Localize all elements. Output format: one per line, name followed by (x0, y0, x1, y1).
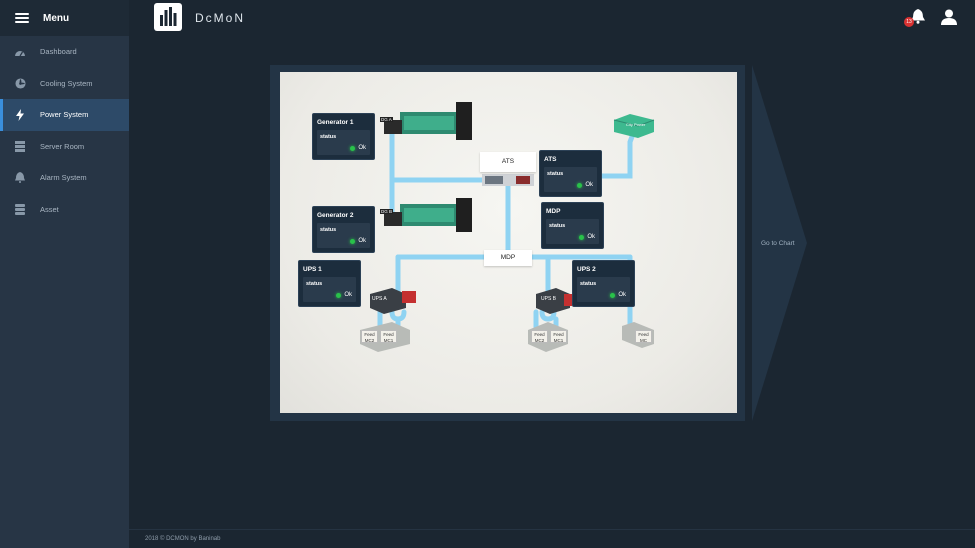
server-icon (14, 140, 26, 152)
menu-header[interactable]: Menu (0, 0, 129, 36)
sidebar-item-label: Cooling System (40, 78, 93, 88)
ups-1-card[interactable]: UPS 1 status Ok (298, 260, 361, 307)
status-value: Ok (618, 292, 626, 298)
feed-b-mc2: Feed MC2 (531, 330, 548, 343)
card-title: UPS 1 (303, 266, 322, 273)
status-value: Ok (344, 292, 352, 298)
sidebar-item-label: Asset (40, 204, 59, 214)
sidebar-item-dashboard[interactable]: Dashboard (0, 36, 129, 68)
city-power-tag: City Power (626, 122, 646, 127)
sidebar-item-label: Dashboard (40, 47, 77, 57)
notification-badge: 13 (904, 17, 914, 27)
card-title: Generator 1 (317, 119, 354, 126)
generator-1-card[interactable]: Generator 1 status Ok (312, 113, 375, 160)
footer-copyright: 2018 © DCMON by Baninab (145, 536, 221, 542)
mdp-label: MDP (484, 250, 532, 266)
sidebar: Menu Dashboard Cooling System Power Syst… (0, 0, 129, 548)
sidebar-item-cooling[interactable]: Cooling System (0, 68, 129, 100)
ups-b-tag: UPS B (541, 296, 557, 302)
status-ok-indicator (577, 182, 583, 188)
status-ok-indicator (336, 292, 342, 298)
status-ok-indicator (610, 292, 616, 298)
sidebar-item-asset[interactable]: Asset (0, 194, 129, 226)
status-value: Ok (358, 145, 366, 151)
ats-unit (482, 174, 534, 186)
feed-a-mc1: Feed MC1 (380, 330, 397, 343)
fan-icon (14, 77, 26, 89)
dg-b-tag: DG B (380, 209, 394, 214)
status-ok-indicator (579, 234, 585, 240)
feed-a-mc2: Feed MC2 (361, 330, 378, 343)
status-label: status (549, 223, 566, 229)
menu-title: Menu (43, 12, 70, 24)
ats-label: ATS (480, 152, 536, 172)
ups-2-card[interactable]: UPS 2 status Ok (572, 260, 635, 307)
feed-c-mc: Feed MC (635, 330, 652, 343)
status-ok-indicator (350, 145, 356, 151)
database-icon (14, 203, 26, 215)
brand-name: DcMoN (195, 11, 246, 25)
ats-card[interactable]: ATS status Ok (539, 150, 602, 197)
sidebar-item-server-room[interactable]: Server Room (0, 131, 129, 163)
dashboard-icon (14, 46, 26, 58)
hamburger-icon[interactable] (15, 13, 29, 23)
card-title: Generator 2 (317, 212, 354, 219)
power-diagram: DG A DG B City Power UPS A UPS B ATS MDP… (280, 72, 737, 413)
bell-icon (14, 172, 26, 184)
status-value: Ok (358, 238, 366, 244)
mdp-card[interactable]: MDP status Ok (541, 202, 604, 249)
sidebar-item-label: Alarm System (40, 173, 87, 183)
bolt-icon (14, 108, 26, 121)
sidebar-item-power[interactable]: Power System (0, 99, 129, 131)
go-to-chart-link[interactable]: Go to Chart (761, 240, 795, 247)
generator-2-card[interactable]: Generator 2 status Ok (312, 206, 375, 253)
footer: 2018 © DCMON by Baninab (129, 529, 975, 548)
sidebar-item-alarm[interactable]: Alarm System (0, 162, 129, 194)
status-label: status (306, 281, 323, 287)
status-label: status (320, 134, 337, 140)
sidebar-item-label: Power System (40, 110, 89, 120)
card-title: ATS (544, 156, 557, 163)
status-label: status (547, 171, 564, 177)
user-icon[interactable] (941, 9, 957, 30)
status-label: status (320, 227, 337, 233)
card-title: MDP (546, 208, 561, 215)
card-title: UPS 2 (577, 266, 596, 273)
status-label: status (580, 281, 597, 287)
ups-a-tag: UPS A (372, 296, 387, 302)
status-value: Ok (585, 182, 593, 188)
feed-b-mc1: Feed MC1 (550, 330, 567, 343)
dg-a-tag: DG A (380, 117, 393, 122)
logo (154, 3, 182, 31)
sidebar-item-label: Server Room (40, 141, 85, 151)
status-ok-indicator (350, 238, 356, 244)
status-value: Ok (587, 234, 595, 240)
